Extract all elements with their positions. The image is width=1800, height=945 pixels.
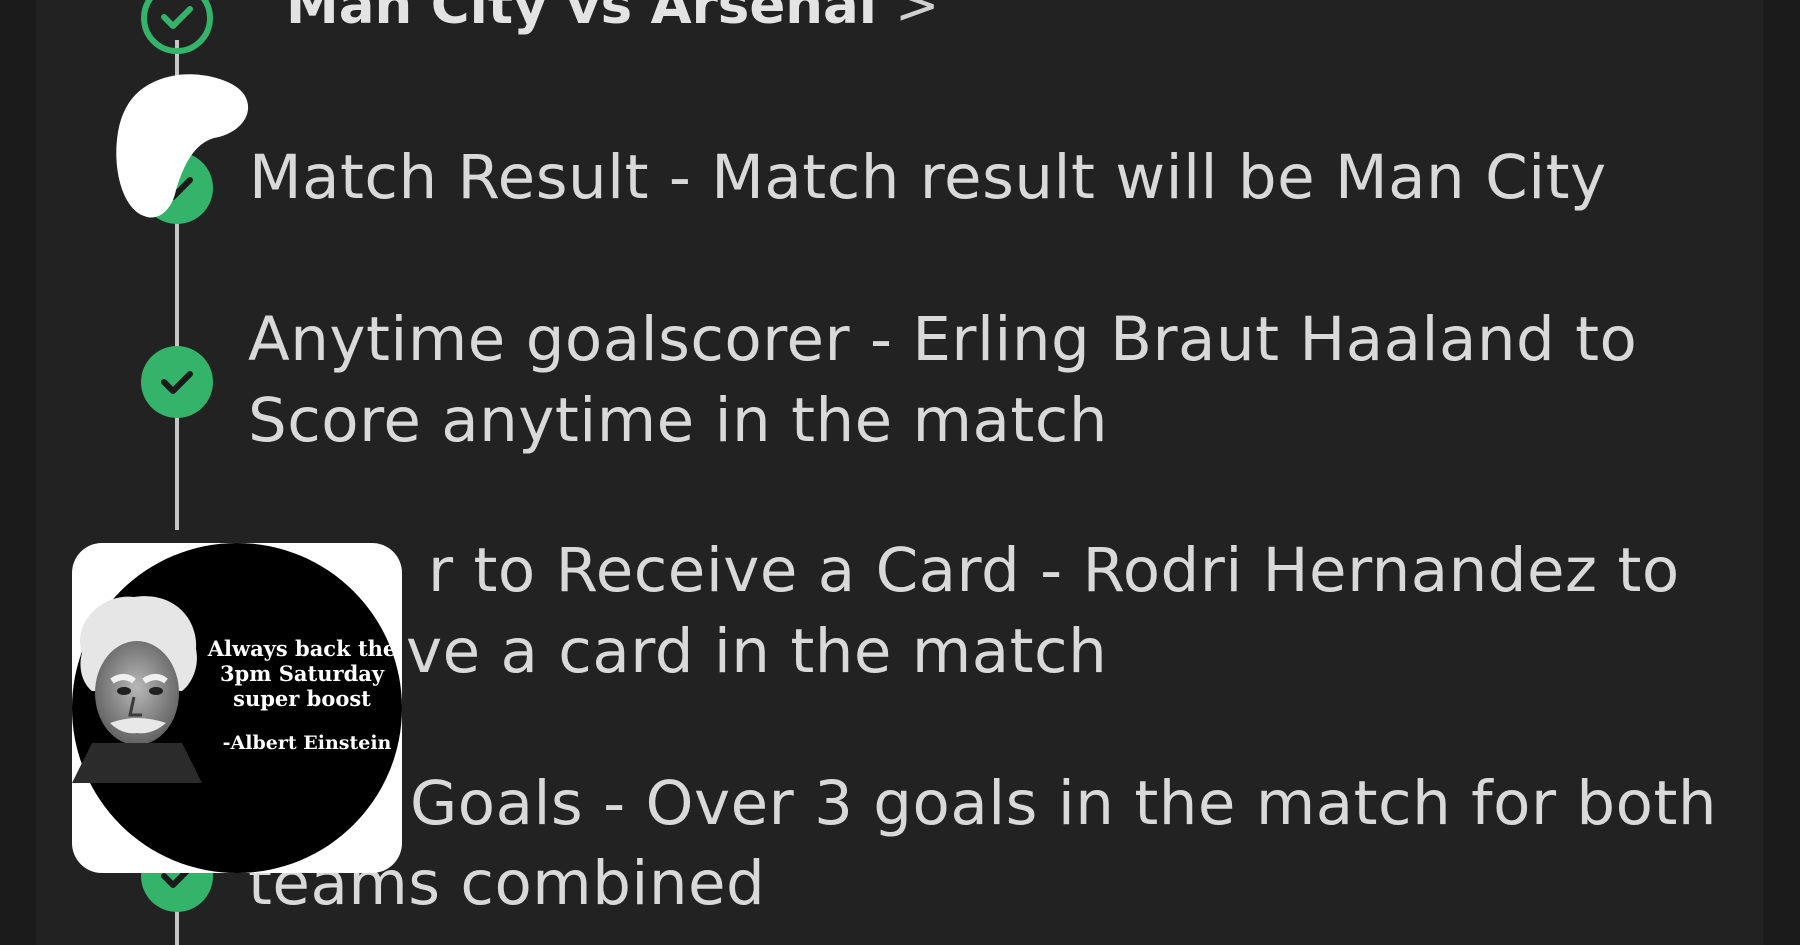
selection-line: ve a card in the match: [406, 616, 1108, 687]
selection-line: Match Result - Match result will be Man …: [249, 142, 1607, 213]
event-link[interactable]: Man City vs Arsenal >: [286, 0, 939, 36]
einstein-quote-sticker: Always back the 3pm Saturday super boost…: [72, 543, 402, 873]
selection-line: Score anytime in the match: [248, 385, 1109, 456]
white-blob-icon: [116, 74, 249, 218]
check-circle-icon: [141, 0, 213, 54]
selection-line: r to Receive a Card - Rodri Hernandez to: [428, 535, 1680, 606]
check-circle-icon: [141, 346, 213, 418]
selection-line: Goals - Over 3 goals in the match for bo…: [410, 768, 1718, 839]
quote-text: Always back the 3pm Saturday super boost: [207, 636, 397, 711]
selection-line: Anytime goalscorer - Erling Braut Haalan…: [248, 304, 1638, 375]
event-title: Man City vs Arsenal: [286, 0, 877, 36]
portrait-icon: [72, 596, 202, 783]
quote-author: -Albert Einstein: [222, 732, 392, 754]
screen: Man City vs Arsenal > Match Result - Matc…: [0, 0, 1800, 945]
chevron-right-icon: >: [894, 0, 940, 36]
